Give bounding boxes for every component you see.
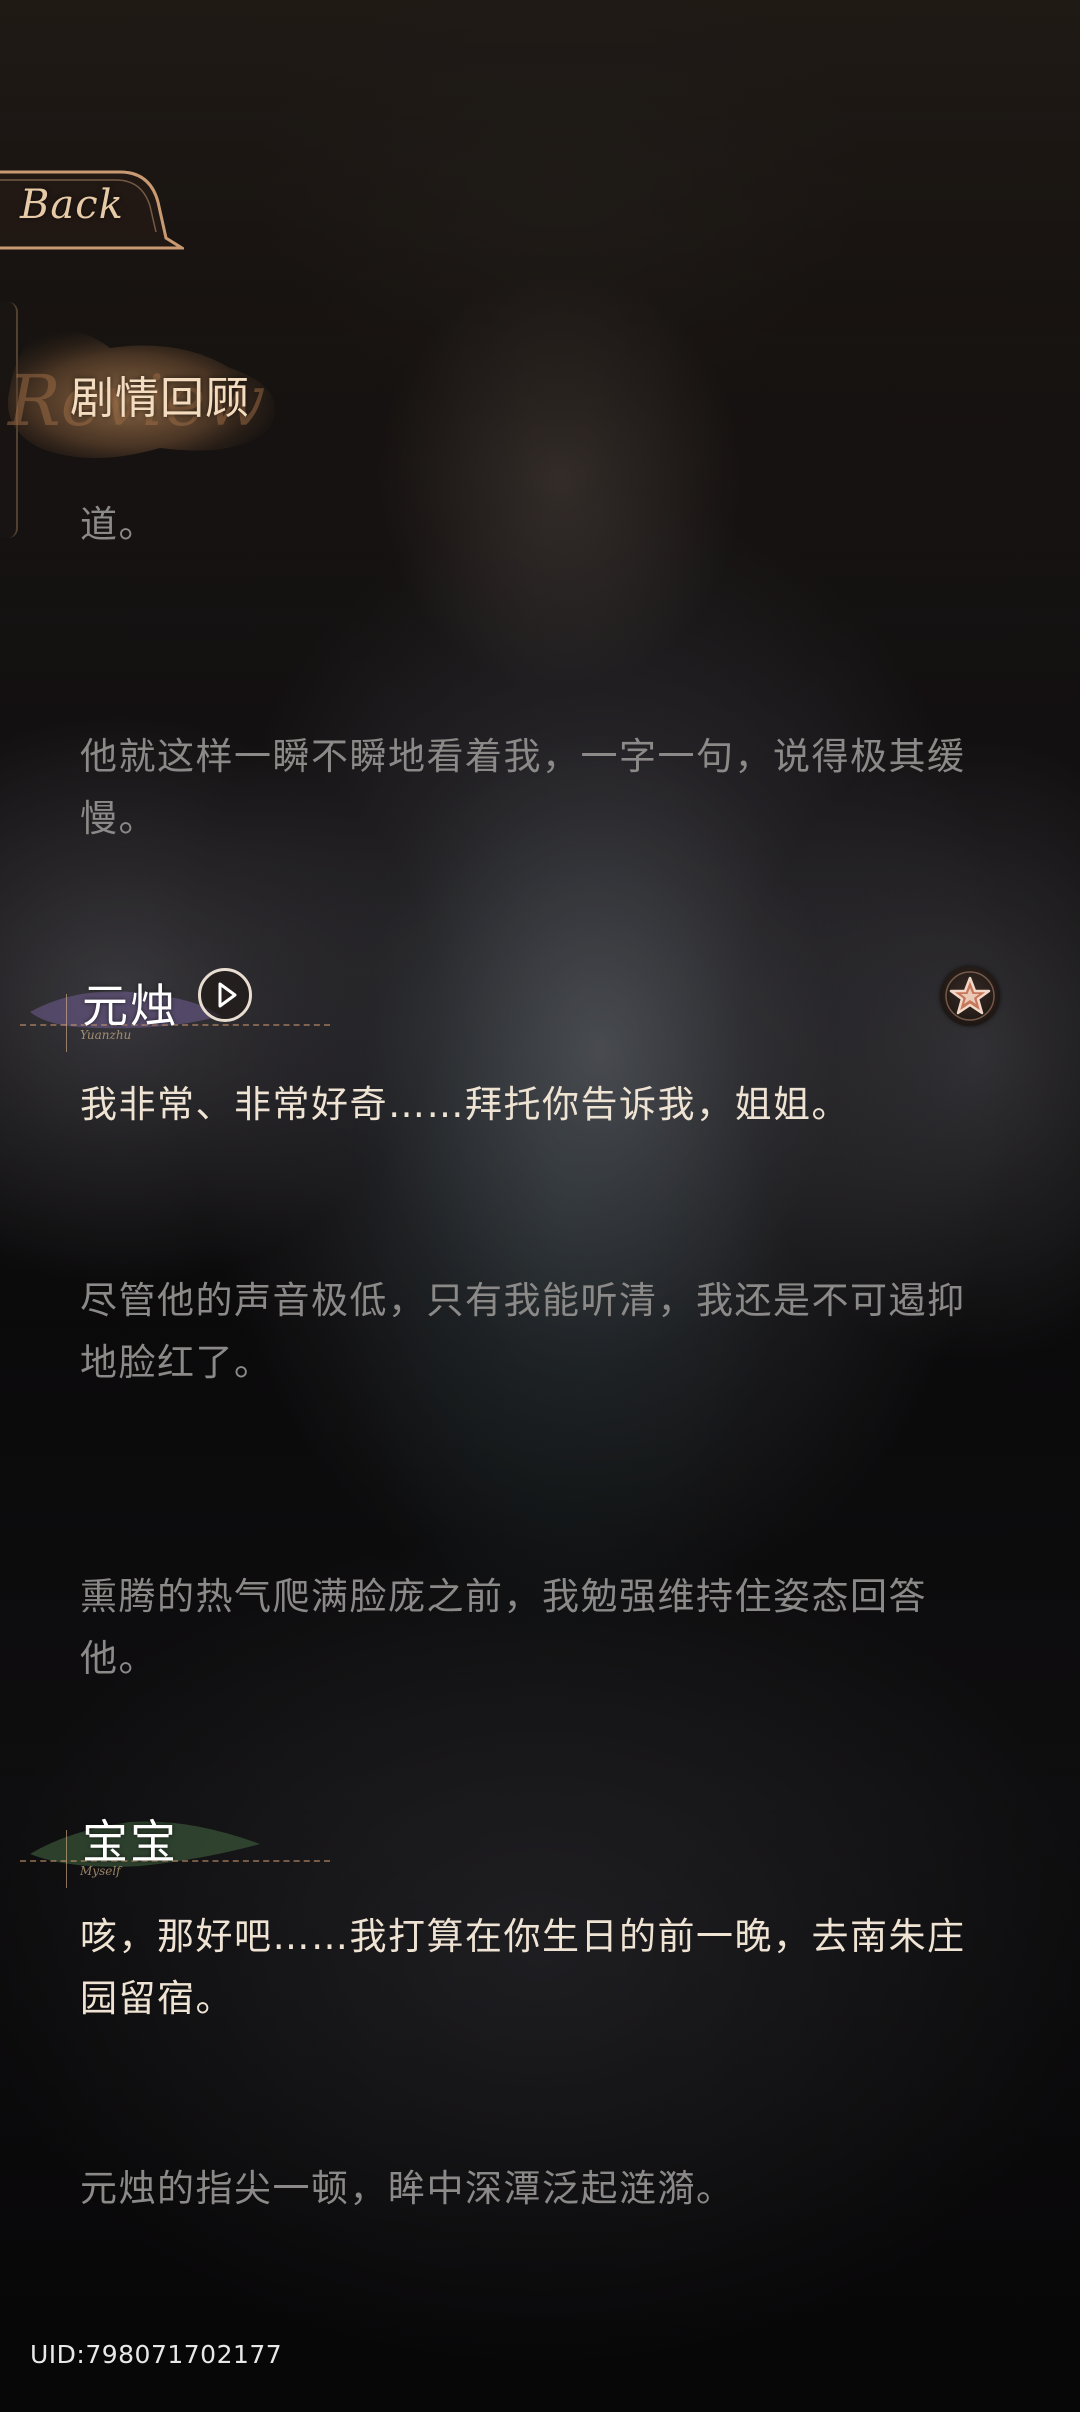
narration-text: 尽管他的声音极低，只有我能听清，我还是不可遏抑地脸红了。 [80,1279,966,1384]
speaker-subname: Myself [80,1864,121,1878]
narration-text: 道。 [80,503,157,546]
star-icon [945,971,995,1021]
back-button[interactable]: Back [0,162,184,252]
speaker-divider-vertical [66,994,67,1052]
back-label: Back [20,182,124,228]
favorite-button[interactable] [940,966,1000,1026]
speaker-name-tag: 宝宝 Myself [20,1800,340,1890]
page-title: 剧情回顾 [70,373,250,424]
speaker-brush-green [30,1821,260,1867]
dialogue-text: 咳，那好吧……我打算在你生日的前一晚，去南朱庄园留宿。 [80,1915,966,2020]
speaker-name: 宝宝 [82,1815,178,1869]
narration-text: 他就这样一瞬不瞬地看着我，一字一句，说得极其缓慢。 [80,735,966,840]
speaker-name-tag: 元烛 Yuanzhu [20,964,340,1054]
speaker-name: 元烛 [82,979,178,1033]
speaker-subname: Yuanzhu [80,1028,132,1042]
speaker-divider-vertical [66,1830,67,1888]
narration-text: 熏腾的热气爬满脸庞之前，我勉强维持住姿态回答他。 [80,1575,927,1680]
review-header: Review 剧情回顾 [0,318,290,478]
speaker-brush-purple [30,991,220,1029]
user-id-label: UID:798071702177 [30,2340,283,2369]
play-voice-button[interactable] [198,968,252,1022]
dialogue-text: 我非常、非常好奇……拜托你告诉我，姐姐。 [80,1083,850,1126]
play-voice-icon [218,982,237,1008]
narration-text: 元烛的指尖一顿，眸中深潭泛起涟漪。 [80,2167,735,2210]
